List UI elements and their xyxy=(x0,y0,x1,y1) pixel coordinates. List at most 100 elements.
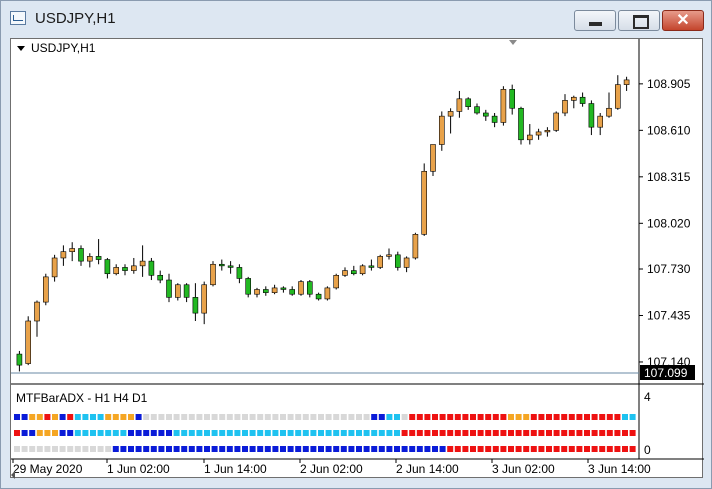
adx-bar-cell xyxy=(363,446,370,452)
adx-bar-cell xyxy=(242,414,248,420)
adx-bar-cell xyxy=(333,446,340,452)
adx-bar-cell xyxy=(302,414,309,420)
candle-body xyxy=(456,98,463,112)
candle-body xyxy=(298,281,304,295)
adx-bar-cell xyxy=(97,446,104,452)
adx-bar-cell xyxy=(318,414,324,420)
adx-bar-cell xyxy=(561,446,568,452)
candle-body xyxy=(447,111,454,117)
adx-bar-cell xyxy=(432,446,438,452)
candle-body xyxy=(271,287,278,293)
adx-bar-cell xyxy=(378,446,385,452)
adx-bar-cell xyxy=(226,446,233,452)
adx-bar-cell xyxy=(546,414,552,420)
candle-body xyxy=(570,96,577,101)
adx-bar-cell xyxy=(158,414,165,420)
adx-bar-cell xyxy=(356,446,362,452)
adx-bar-cell xyxy=(477,446,484,452)
adx-bar-cell xyxy=(302,430,309,436)
candle-body xyxy=(614,84,621,109)
adx-bar-cell xyxy=(432,414,438,420)
candle-body xyxy=(474,106,480,114)
adx-bar-cell xyxy=(629,430,636,436)
candle-body xyxy=(430,144,436,172)
close-icon: ✕ xyxy=(676,12,690,29)
time-tick-label: 1 Jun 14:00 xyxy=(204,462,267,476)
candle-body xyxy=(342,270,348,276)
adx-bar-cell xyxy=(14,446,20,452)
close-button[interactable]: ✕ xyxy=(662,10,704,31)
adx-bar-cell xyxy=(143,430,150,436)
adx-bar-cell xyxy=(14,414,20,420)
candle-body xyxy=(509,89,516,109)
adx-bar-cell xyxy=(424,446,431,452)
adx-bar-cell xyxy=(196,414,203,420)
adx-bar-cell xyxy=(614,414,621,420)
adx-bar-cell xyxy=(348,414,355,420)
adx-bar-cell xyxy=(424,414,431,420)
adx-bar-cell xyxy=(591,414,598,420)
adx-bar-cell xyxy=(454,446,461,452)
adx-bar-cell xyxy=(188,430,195,436)
candle-body xyxy=(122,267,128,271)
maximize-button[interactable] xyxy=(618,10,660,31)
adx-bar-cell xyxy=(470,446,476,452)
candle-body xyxy=(438,115,445,145)
adx-bar-cell xyxy=(325,414,332,420)
candle-body xyxy=(192,297,199,314)
candle-body xyxy=(403,257,410,268)
time-tick-label: 29 May 2020 xyxy=(13,462,83,476)
adx-bar-cell xyxy=(447,430,454,436)
adx-bar-cell xyxy=(348,446,355,452)
adx-bar-cell xyxy=(409,430,416,436)
adx-bar-cell xyxy=(105,430,112,436)
candle-body xyxy=(289,289,296,295)
candle-body xyxy=(60,251,67,259)
time-tick-label: 3 Jun 14:00 xyxy=(588,462,651,476)
adx-bar-cell xyxy=(371,446,378,452)
adx-bar-cell xyxy=(454,414,461,420)
adx-bar-cell xyxy=(181,414,188,420)
candle-body xyxy=(25,320,31,364)
adx-bar-cell xyxy=(546,446,552,452)
chart-area[interactable]: USDJPY,H1 108.905 108.610 108.315 108.020 10… xyxy=(10,38,704,479)
adx-bar-cell xyxy=(462,414,469,420)
adx-bar-cell xyxy=(363,414,370,420)
adx-bar-cell xyxy=(622,414,628,420)
chart-window-icon xyxy=(10,11,26,25)
indicator-max-label: 4 xyxy=(644,390,651,404)
adx-bar-cell xyxy=(272,414,279,420)
candle-body xyxy=(175,284,181,298)
adx-bar-cell xyxy=(310,430,317,436)
adx-bar-cell xyxy=(340,414,347,420)
candle-body xyxy=(518,107,524,141)
adx-bar-cell xyxy=(439,446,446,452)
adx-bar-cell xyxy=(371,430,378,436)
title-bar[interactable]: USDJPY,H1 ✕ xyxy=(1,1,711,39)
adx-bar-cell xyxy=(538,430,545,436)
adx-bar-cell xyxy=(576,430,583,436)
adx-bar-cell xyxy=(29,430,36,436)
adx-bar-cell xyxy=(606,430,613,436)
price-pane[interactable] xyxy=(12,40,639,373)
candle-body xyxy=(34,301,40,322)
minimize-button[interactable] xyxy=(574,10,616,31)
candle-body xyxy=(482,112,489,117)
adx-bar-cell xyxy=(234,446,241,452)
candle-body xyxy=(183,284,190,298)
adx-bar-cell xyxy=(280,414,286,420)
adx-bar-cell xyxy=(36,414,43,420)
adx-bar-cell xyxy=(128,430,134,436)
adx-bar-cell xyxy=(439,430,446,436)
time-tick-label: 2 Jun 02:00 xyxy=(300,462,363,476)
indicator-bars xyxy=(14,414,636,452)
adx-bar-cell xyxy=(523,414,530,420)
adx-bar-cell xyxy=(515,430,522,436)
adx-bar-cell xyxy=(295,430,302,436)
candle-body xyxy=(465,98,472,107)
candle-body xyxy=(78,248,84,262)
adx-bar-cell xyxy=(454,430,461,436)
price-chart-svg[interactable]: USDJPY,H1 108.905108.610108.315108.02010… xyxy=(11,39,704,479)
candle-body xyxy=(377,256,384,268)
adx-bar-cell xyxy=(485,430,492,436)
